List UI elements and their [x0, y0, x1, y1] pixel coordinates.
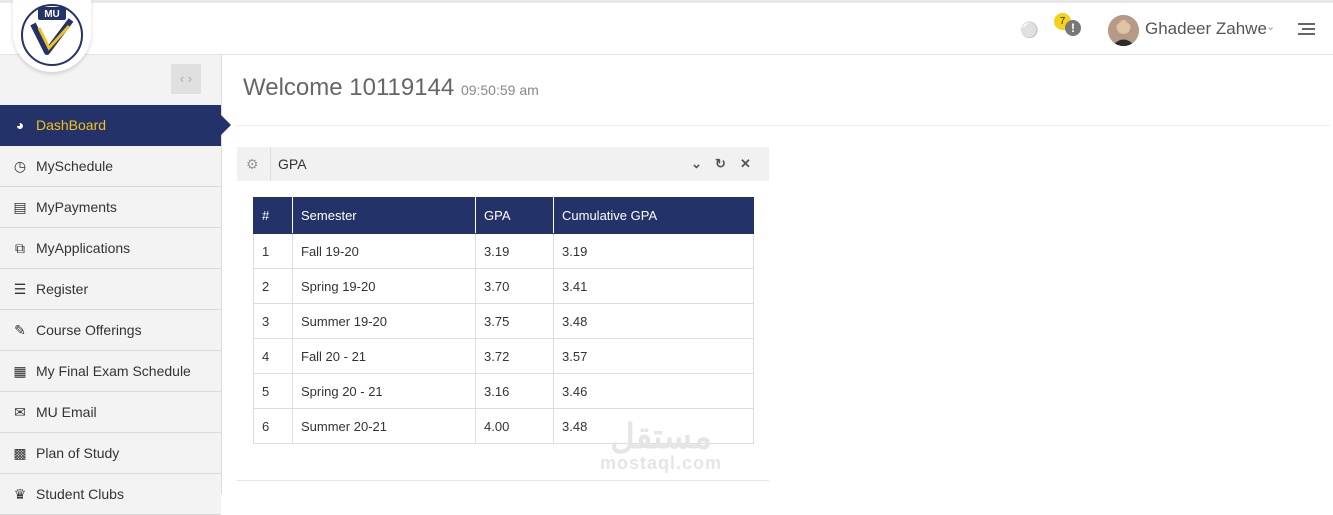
dashboard-icon: ◕ — [15, 117, 25, 133]
portlet-header: ⚙ GPA ⌄ ↻ ✕ — [237, 147, 769, 181]
copy-icon: ⧉ — [15, 240, 25, 256]
list-icon: ☰ — [13, 281, 27, 297]
welcome-text: Welcome 10119144 — [243, 74, 455, 101]
sidebar-item-student-clubs[interactable]: ♛ Student Clubs — [0, 474, 221, 515]
sidebar-item-myapplications[interactable]: ⧉ MyApplications — [0, 228, 221, 269]
table-cell: 3 — [253, 303, 293, 339]
sidebar-item-course-offerings[interactable]: ✎ Course Offerings — [0, 310, 221, 351]
table-cell: 6 — [253, 408, 293, 444]
sidebar-item-register[interactable]: ☰ Register — [0, 269, 221, 310]
table-cell: 3.70 — [475, 268, 554, 304]
sidebar-item-label: MySchedule — [36, 158, 114, 174]
sidebar-item-label: Student Clubs — [36, 486, 124, 502]
table-cell: Fall 20 - 21 — [292, 338, 476, 374]
envelope-icon: ✉ — [14, 404, 26, 420]
top-header: ⚪ 7 ! Ghadeer Zahwe ⌄ — [0, 3, 1333, 55]
table-cell: Summer 19-20 — [292, 303, 476, 339]
table-cell: Spring 19-20 — [292, 268, 476, 304]
sidebar-nav: ◕ DashBoard ◷ MySchedule ▤ MyPayments ⧉ … — [0, 105, 231, 515]
column-header: GPA — [475, 197, 554, 234]
sidebar-item-mypayments[interactable]: ▤ MyPayments — [0, 187, 221, 228]
table-row: 5 Spring 20 - 21 3.16 3.46 — [253, 373, 754, 409]
table-row: 2 Spring 19-20 3.70 3.41 — [253, 268, 754, 304]
table-cell: 5 — [253, 373, 293, 409]
alert-icon[interactable]: ! — [1065, 20, 1081, 36]
sidebar-item-label: DashBoard — [36, 117, 107, 133]
table-row: 1 Fall 19-20 3.19 3.19 — [253, 233, 754, 269]
sidebar-item-label: MyApplications — [36, 240, 131, 256]
clock-time: 09:50:59 am — [460, 82, 539, 98]
gear-icon[interactable]: ⚙ — [246, 156, 259, 173]
column-header: Cumulative GPA — [553, 197, 754, 234]
table-cell: 3.48 — [553, 303, 754, 339]
table-cell: 3.57 — [553, 338, 754, 374]
watermark-latin: mostaql.com — [600, 453, 723, 473]
title-divider — [237, 125, 1330, 126]
money-icon: ▤ — [13, 199, 27, 215]
table-cell: 2 — [253, 268, 293, 304]
sidebar-item-mu-email[interactable]: ✉ MU Email — [0, 392, 221, 433]
collapse-icon[interactable]: ⌄ — [691, 156, 702, 172]
lightbulb-icon[interactable]: ⚪ — [1020, 21, 1039, 39]
sidebar-item-label: Register — [36, 281, 89, 297]
header-separator — [270, 147, 271, 181]
watermark-arabic: مستقل — [610, 418, 712, 456]
table-cell: 4.00 — [475, 408, 554, 444]
table-cell: Spring 20 - 21 — [292, 373, 476, 409]
calendar-icon: ▦ — [13, 363, 27, 379]
clock-icon: ◷ — [13, 158, 27, 174]
table-header-row: # Semester GPA Cumulative GPA — [253, 197, 754, 234]
table-cell: 3.19 — [475, 233, 554, 269]
table-cell: 3.75 — [475, 303, 554, 339]
sidebar-collapse-button[interactable]: ‹ › — [171, 64, 201, 94]
table-row: 3 Summer 19-20 3.75 3.48 — [253, 303, 754, 339]
chevron-down-icon[interactable]: ⌄ — [1266, 20, 1275, 33]
table-cell: 3.41 — [553, 268, 754, 304]
table-cell: 3.16 — [475, 373, 554, 409]
sidebar-item-label: MU Email — [36, 404, 97, 420]
sidebar-item-label: MyPayments — [36, 199, 117, 215]
user-name[interactable]: Ghadeer Zahwe — [1145, 19, 1267, 39]
sidebar-item-plan-of-study[interactable]: ▩ Plan of Study — [0, 433, 221, 474]
sidebar-item-final-exam-schedule[interactable]: ▦ My Final Exam Schedule — [0, 351, 221, 392]
sidebar-item-myschedule[interactable]: ◷ MySchedule — [0, 146, 221, 187]
edit-icon: ✎ — [14, 322, 26, 338]
table-cell: 1 — [253, 233, 293, 269]
reload-icon[interactable]: ↻ — [715, 156, 726, 172]
sidebar-item-label: My Final Exam Schedule — [36, 363, 191, 379]
table-cell: 4 — [253, 338, 293, 374]
list-alt-icon: ▩ — [13, 445, 27, 461]
university-logo[interactable]: MU — [13, 0, 91, 72]
trophy-icon: ♛ — [13, 486, 27, 502]
table-cell: Summer 20-21 — [292, 408, 476, 444]
avatar[interactable] — [1108, 15, 1139, 46]
sidebar: ‹ › ◕ DashBoard ◷ MySchedule ▤ MyPayment… — [0, 55, 231, 515]
sidebar-item-dashboard[interactable]: ◕ DashBoard — [0, 105, 231, 146]
table-cell: 3.72 — [475, 338, 554, 374]
watermark: مستقل mostaql.com — [600, 420, 722, 472]
svg-text:MU: MU — [44, 9, 60, 20]
sidebar-item-label: Course Offerings — [36, 322, 142, 338]
column-header: # — [253, 197, 293, 234]
column-header: Semester — [292, 197, 476, 234]
close-icon[interactable]: ✕ — [740, 156, 751, 172]
table-row: 4 Fall 20 - 21 3.72 3.57 — [253, 338, 754, 374]
sidebar-item-label: Plan of Study — [36, 445, 120, 461]
gpa-table: # Semester GPA Cumulative GPA 1 Fall 19-… — [253, 197, 754, 444]
table-cell: 3.46 — [553, 373, 754, 409]
table-cell: Fall 19-20 — [292, 233, 476, 269]
page-title: Welcome 10119144 09:50:59 am — [243, 74, 539, 102]
portlet-footer-line — [237, 480, 769, 481]
table-cell: 3.19 — [553, 233, 754, 269]
portlet-title: GPA — [278, 156, 307, 172]
menu-toggle-icon[interactable] — [1298, 23, 1315, 38]
